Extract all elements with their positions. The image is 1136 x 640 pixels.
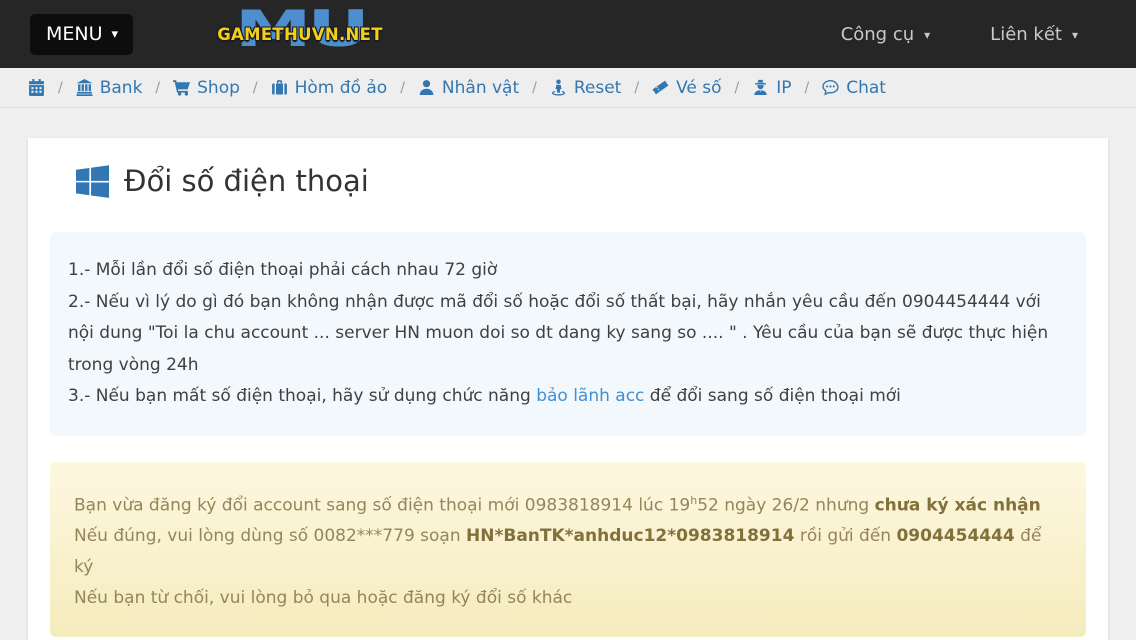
site-logo[interactable]: MU GAMETHUVN.NET — [205, 0, 395, 68]
menu-button-label: MENU — [46, 23, 103, 45]
breadcrumb-separator: / — [634, 80, 639, 96]
nav-item-tools[interactable]: Công cụ ▾ — [841, 24, 930, 45]
breadcrumb-separator: / — [400, 80, 405, 96]
instruction-line-3-prefix: 3.- Nếu bạn mất số điện thoại, hãy sử dụ… — [68, 386, 536, 406]
briefcase-icon — [271, 79, 288, 96]
notice-line-1: Bạn vừa đăng ký đổi account sang số điện… — [74, 485, 1062, 522]
menu-button[interactable]: MENU ▾ — [30, 14, 133, 55]
breadcrumb-item-bank[interactable]: Bank — [76, 78, 143, 98]
logo-site-text: GAMETHUVN.NET — [205, 25, 395, 44]
breadcrumb-label: Shop — [197, 78, 240, 98]
breadcrumb-label: IP — [776, 78, 791, 98]
page-header: Đổi số điện thoại — [28, 138, 1108, 202]
instruction-line-3-suffix: để đổi sang số điện thoại mới — [644, 386, 901, 406]
top-navbar: MENU ▾ MU GAMETHUVN.NET Công cụ ▾ Liên k… — [0, 0, 1136, 68]
breadcrumb-item-home[interactable] — [28, 79, 45, 96]
notice-line-1-text: Bạn vừa đăng ký đổi account sang số điện… — [74, 495, 690, 515]
breadcrumb-separator: / — [735, 80, 740, 96]
bank-icon — [76, 79, 93, 96]
breadcrumb-separator: / — [805, 80, 810, 96]
notice-unsigned-status: chưa ký xác nhận — [875, 495, 1041, 515]
instruction-line-3: 3.- Nếu bạn mất số điện thoại, hãy sử dụ… — [68, 381, 1068, 413]
breadcrumb-item-shop[interactable]: Shop — [173, 78, 240, 98]
guarantee-acc-link[interactable]: bảo lãnh acc — [536, 386, 644, 406]
instructions-box: 1.- Mỗi lần đổi số điện thoại phải cách … — [50, 232, 1086, 436]
instruction-line-1: 1.- Mỗi lần đổi số điện thoại phải cách … — [68, 255, 1068, 287]
breadcrumb-item-character[interactable]: Nhân vật — [418, 78, 519, 98]
nav-item-links-label: Liên kết — [990, 24, 1062, 45]
caret-down-icon: ▾ — [1072, 28, 1078, 42]
cart-icon — [173, 79, 190, 96]
instruction-line-2: 2.- Nếu vì lý do gì đó bạn không nhận đư… — [68, 287, 1068, 382]
breadcrumb: / Bank / Shop / Hòm đồ ảo / Nhân vật / R… — [0, 68, 1136, 108]
page-title: Đổi số điện thoại — [124, 164, 369, 198]
notice-line-2: Nếu đúng, vui lòng dùng số 0082***779 so… — [74, 521, 1062, 583]
breadcrumb-separator: / — [155, 80, 160, 96]
comment-dots-icon — [822, 79, 839, 96]
calendar-icon — [28, 79, 45, 96]
breadcrumb-separator: / — [532, 80, 537, 96]
caret-down-icon: ▾ — [112, 27, 119, 42]
notice-sms-number: 0904454444 — [896, 526, 1014, 546]
breadcrumb-item-lottery[interactable]: Vé số — [652, 78, 721, 98]
user-icon — [418, 79, 435, 96]
street-view-icon — [550, 79, 567, 96]
caret-down-icon: ▾ — [924, 28, 930, 42]
breadcrumb-label: Chat — [846, 78, 886, 98]
breadcrumb-label: Hòm đồ ảo — [295, 78, 388, 98]
breadcrumb-separator: / — [58, 80, 63, 96]
content-card: Đổi số điện thoại 1.- Mỗi lần đổi số điệ… — [28, 138, 1108, 640]
pending-confirmation-notice: Bạn vừa đăng ký đổi account sang số điện… — [50, 462, 1086, 638]
user-secret-icon — [752, 79, 769, 96]
breadcrumb-label: Nhân vật — [442, 78, 519, 98]
notice-line-2-text: Nếu đúng, vui lòng dùng số 0082***779 so… — [74, 526, 466, 546]
breadcrumb-item-ip[interactable]: IP — [752, 78, 791, 98]
breadcrumb-label: Vé số — [676, 78, 721, 98]
notice-line-1-text2: 52 ngày 26/2 nhưng — [697, 495, 874, 515]
notice-line-2-text2: rồi gửi đến — [794, 526, 896, 546]
breadcrumb-item-chat[interactable]: Chat — [822, 78, 886, 98]
nav-item-links[interactable]: Liên kết ▾ — [990, 24, 1078, 45]
nav-item-tools-label: Công cụ — [841, 24, 914, 45]
breadcrumb-label: Reset — [574, 78, 622, 98]
navbar-right-menu: Công cụ ▾ Liên kết ▾ — [841, 24, 1136, 45]
breadcrumb-label: Bank — [100, 78, 143, 98]
breadcrumb-separator: / — [253, 80, 258, 96]
breadcrumb-item-virtual-box[interactable]: Hòm đồ ảo — [271, 78, 388, 98]
notice-line-3: Nếu bạn từ chối, vui lòng bỏ qua hoặc đă… — [74, 583, 1062, 614]
windows-icon — [76, 165, 109, 198]
breadcrumb-item-reset[interactable]: Reset — [550, 78, 622, 98]
ticket-icon — [652, 79, 669, 96]
notice-sms-syntax: HN*BanTK*anhduc12*0983818914 — [466, 526, 794, 546]
